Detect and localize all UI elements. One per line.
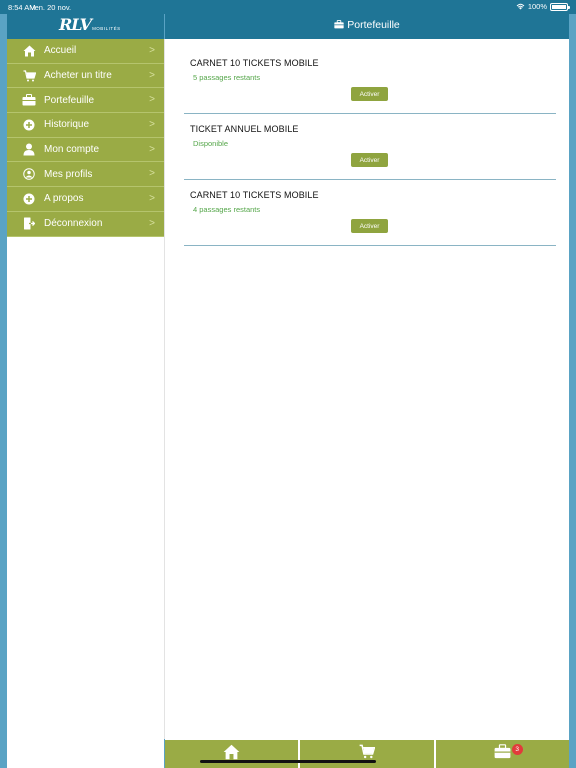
sidebar-item-accueil[interactable]: Accueil >	[7, 39, 164, 64]
chevron-right-icon: >	[149, 193, 155, 205]
activate-button[interactable]: Activer	[351, 153, 388, 167]
sidebar-item-a-propos[interactable]: A propos >	[7, 187, 164, 212]
logout-icon	[22, 217, 36, 231]
chevron-right-icon: >	[149, 69, 155, 81]
briefcase-icon	[22, 93, 36, 107]
ticket-item: TICKET ANNUEL MOBILE Disponible Activer	[184, 114, 556, 180]
main-panel: Portefeuille CARNET 10 TICKETS MOBILE 5 …	[165, 0, 569, 768]
sidebar-item-label: Déconnexion	[44, 218, 103, 230]
sidebar-item-label: Acheter un titre	[44, 70, 112, 82]
plus-circle-icon	[22, 192, 36, 206]
ticket-status: Disponible	[193, 139, 229, 148]
sidebar-item-label: Mon compte	[44, 144, 100, 156]
brand-logo: RLV MOBILITÉS	[59, 15, 121, 34]
chevron-right-icon: >	[149, 94, 155, 106]
status-bar: 8:54 AM Ven. 20 nov. 100%	[0, 0, 576, 14]
sidebar-menu: Accueil > Acheter un titre > Portefeuill…	[7, 39, 164, 237]
status-date: Ven. 20 nov.	[30, 3, 72, 12]
home-icon	[22, 44, 36, 58]
sidebar-item-label: Historique	[44, 119, 90, 131]
user-icon	[22, 143, 36, 157]
ticket-name: CARNET 10 TICKETS MOBILE	[190, 58, 319, 68]
tab-wallet[interactable]: 3	[435, 740, 569, 768]
status-right: 100%	[516, 2, 570, 11]
briefcase-icon	[334, 20, 344, 29]
sidebar-item-portefeuille[interactable]: Portefeuille >	[7, 88, 164, 114]
sidebar-item-label: Mes profils	[44, 168, 93, 180]
activate-button[interactable]: Activer	[351, 219, 388, 233]
ticket-name: TICKET ANNUEL MOBILE	[190, 124, 299, 134]
user-circle-icon	[22, 167, 36, 181]
tab-bar: 3	[165, 740, 569, 768]
sidebar-item-deconnexion[interactable]: Déconnexion >	[7, 211, 164, 237]
sidebar-item-mes-profils[interactable]: Mes profils >	[7, 162, 164, 188]
sidebar-item-mon-compte[interactable]: Mon compte >	[7, 137, 164, 163]
sidebar-item-historique[interactable]: Historique >	[7, 113, 164, 138]
ticket-name: CARNET 10 TICKETS MOBILE	[190, 190, 319, 200]
sidebar-item-acheter[interactable]: Acheter un titre >	[7, 63, 164, 89]
ticket-item: CARNET 10 TICKETS MOBILE 4 passages rest…	[184, 180, 556, 246]
chevron-right-icon: >	[149, 143, 155, 155]
sidebar-item-label: Portefeuille	[44, 94, 95, 106]
activate-button[interactable]: Activer	[351, 87, 388, 101]
home-indicator	[200, 760, 376, 763]
ticket-item: CARNET 10 TICKETS MOBILE 5 passages rest…	[184, 48, 556, 114]
sidebar-item-label: A propos	[44, 193, 84, 205]
briefcase-icon	[494, 744, 511, 764]
sidebar: RLV MOBILITÉS Accueil > Acheter un titre…	[7, 0, 164, 768]
chevron-right-icon: >	[149, 168, 155, 180]
ticket-list: CARNET 10 TICKETS MOBILE 5 passages rest…	[184, 48, 556, 246]
chevron-right-icon: >	[149, 119, 155, 131]
wifi-icon	[516, 3, 525, 10]
tab-cart[interactable]	[300, 740, 434, 768]
tab-home[interactable]	[165, 740, 299, 768]
cart-icon	[22, 69, 36, 83]
sidebar-item-label: Accueil	[44, 45, 77, 57]
plus-circle-icon	[22, 118, 36, 132]
battery-percent: 100%	[527, 2, 547, 11]
logo-sub: MOBILITÉS	[92, 26, 121, 31]
logo-main: RLV	[59, 15, 92, 34]
ticket-status: 5 passages restants	[193, 73, 261, 82]
chevron-right-icon: >	[149, 45, 155, 56]
page-title: Portefeuille	[347, 18, 400, 31]
battery-icon	[550, 2, 570, 11]
ticket-status: 4 passages restants	[193, 205, 261, 214]
wallet-badge: 3	[511, 744, 523, 755]
chevron-right-icon: >	[149, 217, 155, 229]
